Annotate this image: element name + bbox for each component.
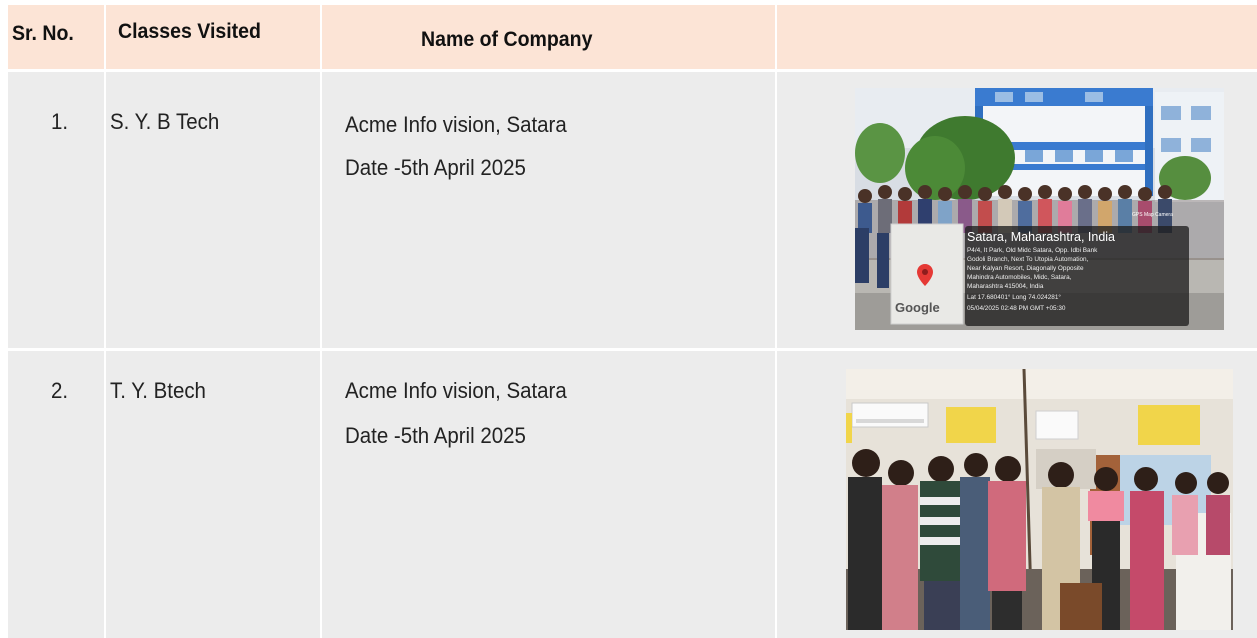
row1-company: Acme Info vision, Satara: [345, 112, 567, 137]
row2-date: Date -5th April 2025: [345, 423, 526, 448]
group-photo-sy-btech: Google GPS Map Camera Satara, Maharashtr…: [855, 88, 1224, 330]
group-photo-ty-btech: [846, 369, 1233, 630]
column-divider: [104, 5, 106, 638]
row-divider: [8, 69, 1257, 72]
gps-timestamp: 05/04/2025 02:48 PM GMT +05:30: [967, 305, 1066, 312]
row2-company: Acme Info vision, Satara: [345, 378, 567, 403]
header-sr-no: Sr. No.: [12, 22, 74, 45]
row2-class: T. Y. Btech: [110, 378, 206, 403]
gps-address-line: Godoli Branch, Next To Utopia Automation…: [967, 256, 1089, 263]
row2-sr-no: 2.: [51, 378, 69, 403]
column-divider: [775, 5, 777, 638]
gps-camera-label: GPS Map Camera: [1132, 212, 1173, 218]
gps-address-line: Near Kalyan Resort, Diagonally Opposite: [967, 265, 1084, 272]
gps-coordinates: Lat 17.680401° Long 74.024281°: [967, 293, 1061, 301]
gps-address-line: P4/4, It Park, Old Midc Satara, Opp. Idb…: [967, 247, 1098, 254]
gps-address-line: Maharashtra 415004, India: [967, 283, 1044, 290]
google-map-logo: Google: [895, 300, 940, 315]
column-divider: [320, 5, 322, 638]
header-classes-visited: Classes Visited: [118, 20, 261, 43]
row1-class: S. Y. B Tech: [110, 109, 220, 134]
header-company-name: Name of Company: [421, 28, 593, 51]
gps-address-line: Mahindra Automobiles, Midc, Satara,: [967, 274, 1072, 281]
gps-location-title: Satara, Maharashtra, India: [967, 230, 1115, 244]
row1-date: Date -5th April 2025: [345, 155, 526, 180]
row1-sr-no: 1.: [51, 109, 69, 134]
row-divider: [8, 348, 1257, 351]
